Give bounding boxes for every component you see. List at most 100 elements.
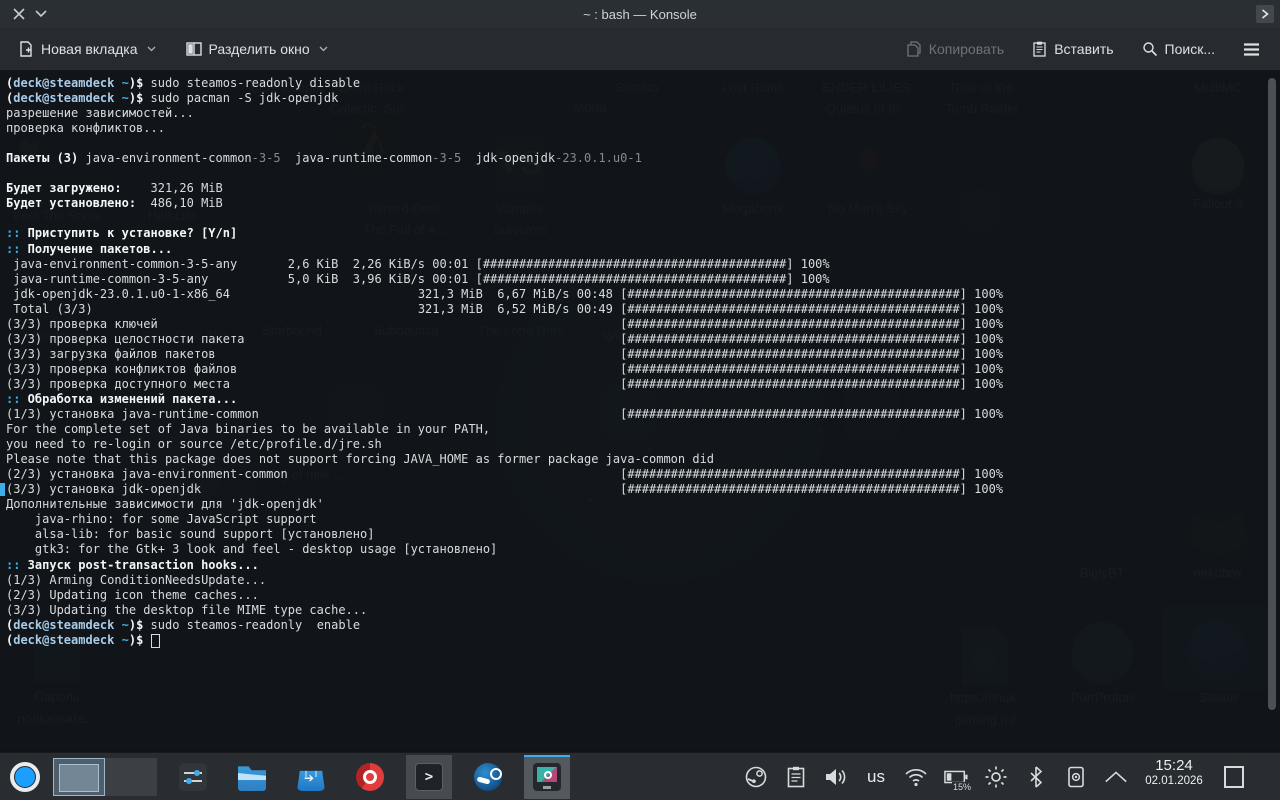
terminal-line: :: Обработка изменений пакета...	[6, 392, 1003, 407]
terminal-line: java-runtime-common-3-5-any 5,0 KiB 3,96…	[6, 272, 1003, 287]
paste-button[interactable]: Вставить	[1022, 35, 1123, 63]
task-browser[interactable]	[347, 755, 393, 799]
chevron-down-icon	[147, 46, 156, 52]
terminal-line: :: Получение пакетов...	[6, 242, 1003, 257]
chevron-up-icon	[1104, 770, 1128, 784]
konsole-icon: >	[415, 763, 443, 791]
terminal-line: (2/3) установка java-environment-common …	[6, 467, 1003, 482]
chevron-right-icon	[1261, 9, 1269, 19]
task-file-manager[interactable]	[229, 755, 275, 799]
terminal-line: Пакеты (3) java-environment-common-3-5 j…	[6, 151, 1003, 166]
paste-icon	[1032, 41, 1047, 57]
copy-label: Копировать	[929, 41, 1004, 57]
terminal-line: (3/3) проверка доступного места [#######…	[6, 377, 1003, 392]
tray-expand[interactable]	[1104, 765, 1128, 789]
keyboard-layout-label: us	[867, 767, 885, 787]
digital-clock[interactable]: 15:24 02.01.2026	[1138, 757, 1210, 788]
terminal-line: (1/3) Arming ConditionNeedsUpdate...	[6, 573, 1003, 588]
terminal-line: (3/3) проверка конфликтов файлов [######…	[6, 362, 1003, 377]
browser-icon	[356, 763, 384, 791]
terminal-line: (1/3) установка java-runtime-common [###…	[6, 407, 1003, 422]
terminal-line: Будет установлено: 486,10 MiB	[6, 196, 1003, 211]
terminal-scrollbar[interactable]	[1268, 78, 1276, 710]
konsole-toolbar: Новая вкладка Разделить окно Копировать …	[0, 28, 1280, 71]
split-window-icon	[186, 41, 202, 57]
copy-button[interactable]: Копировать	[897, 35, 1014, 63]
pager-window-thumbnail	[59, 764, 99, 792]
virtual-desktop-pager[interactable]	[53, 758, 157, 796]
task-spectacle[interactable]	[524, 755, 570, 799]
terminal-line: (deck@steamdeck ~)$	[6, 633, 1003, 648]
application-launcher-button[interactable]	[10, 762, 40, 792]
terminal-line: (3/3) Updating the desktop file MIME typ…	[6, 603, 1003, 618]
terminal-line: :: Приступить к установке? [Y/n]	[6, 226, 1003, 241]
spectacle-screenshot-icon	[533, 763, 561, 791]
terminal-line: (3/3) загрузка файлов пакетов [#########…	[6, 347, 1003, 362]
chevron-down-icon	[319, 46, 328, 52]
terminal-line: For the complete set of Java binaries to…	[6, 422, 1003, 437]
tray-bluetooth[interactable]	[1024, 765, 1048, 789]
terminal-line: разрешение зависимостей...	[6, 106, 1003, 121]
terminal-line: (deck@steamdeck ~)$ sudo steamos-readonl…	[6, 76, 1003, 91]
steam-tray-icon	[745, 766, 767, 788]
clock-date: 02.01.2026	[1138, 774, 1210, 788]
titlebar-overflow-button[interactable]	[1256, 5, 1274, 23]
terminal-line: :: Запуск post-transaction hooks...	[6, 558, 1003, 573]
window-titlebar[interactable]: ~ : bash — Konsole	[0, 0, 1280, 28]
terminal-line: Total (3/3) 321,3 MiB 6,52 MiB/s 00:49 […	[6, 302, 1003, 317]
taskbar-panel: > us 15%	[0, 752, 1280, 800]
pager-desktop-1[interactable]	[53, 758, 105, 796]
terminal-line: you need to re-login or source /etc/prof…	[6, 437, 1003, 452]
terminal-line: jdk-openjdk-23.0.1.u0-1-x86_64 321,3 MiB…	[6, 287, 1003, 302]
terminal-line: (3/3) проверка целостности пакета [#####…	[6, 332, 1003, 347]
split-window-button[interactable]: Разделить окно	[176, 35, 338, 63]
desktop-root: Core KeeperDeep RockGalactic: Sur...Mort…	[0, 0, 1280, 800]
brightness-sun-icon	[984, 765, 1008, 789]
new-tab-label: Новая вкладка	[41, 41, 138, 57]
system-settings-icon	[179, 763, 207, 791]
task-konsole[interactable]: >	[406, 755, 452, 799]
tray-battery[interactable]: 15%	[944, 765, 968, 789]
terminal-line: (deck@steamdeck ~)$ sudo steamos-readonl…	[6, 618, 1003, 633]
clock-time: 15:24	[1138, 757, 1210, 774]
folder-icon	[238, 763, 266, 791]
pager-desktop-2[interactable]	[105, 758, 157, 796]
terminal-line	[6, 211, 1003, 226]
new-tab-button[interactable]: Новая вкладка	[8, 35, 166, 63]
terminal-line: (2/3) Updating icon theme caches...	[6, 588, 1003, 603]
tray-wifi[interactable]	[904, 765, 928, 789]
steam-icon	[474, 763, 502, 791]
search-label: Поиск...	[1165, 41, 1215, 57]
terminal-line: gtk3: for the Gtk+ 3 look and feel - des…	[6, 542, 1003, 557]
task-steam[interactable]	[465, 755, 511, 799]
terminal-view[interactable]: (deck@steamdeck ~)$ sudo steamos-readonl…	[0, 70, 1280, 748]
search-icon	[1142, 41, 1158, 57]
menu-button[interactable]	[1233, 37, 1270, 62]
new-tab-icon	[18, 41, 34, 57]
task-discover[interactable]	[288, 755, 334, 799]
speaker-icon	[824, 766, 848, 788]
bluetooth-icon	[1029, 766, 1043, 788]
tray-keyboard-layout[interactable]: us	[864, 765, 888, 789]
search-button[interactable]: Поиск...	[1132, 35, 1225, 63]
konsole-window: ~ : bash — Konsole Новая вкладка Раздели…	[0, 0, 1280, 748]
tray-volume[interactable]	[824, 765, 848, 789]
terminal-line: (3/3) проверка ключей [#################…	[6, 317, 1003, 332]
battery-percent-label: 15%	[952, 782, 972, 792]
terminal-line: Please note that this package does not s…	[6, 452, 1003, 467]
wifi-icon	[904, 767, 928, 787]
show-desktop-button[interactable]	[1224, 766, 1244, 788]
phone-gear-icon	[1067, 766, 1085, 788]
window-title: ~ : bash — Konsole	[0, 7, 1280, 22]
tray-brightness[interactable]	[984, 765, 1008, 789]
terminal-line: java-environment-common-3-5-any 2,6 KiB …	[6, 257, 1003, 272]
task-system-settings[interactable]	[170, 755, 216, 799]
hamburger-menu-icon	[1243, 43, 1260, 56]
paste-label: Вставить	[1054, 41, 1113, 57]
terminal-line: Дополнительные зависимости для 'jdk-open…	[6, 497, 1003, 512]
tray-kdeconnect[interactable]	[1064, 765, 1088, 789]
terminal-line: java-rhino: for some JavaScript support	[6, 512, 1003, 527]
terminal-line	[6, 166, 1003, 181]
tray-clipboard[interactable]	[784, 765, 808, 789]
tray-steam[interactable]	[744, 765, 768, 789]
